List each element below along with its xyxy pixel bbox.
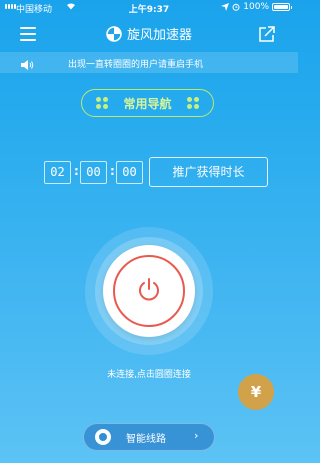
timer-minutes: 00 (80, 161, 107, 184)
power-icon (136, 277, 162, 303)
dots-icon (96, 97, 108, 109)
nav-label: 常用导航 (123, 96, 172, 111)
app-header: 旋风加速器 (0, 24, 298, 43)
app-title: 旋风加速器 (126, 28, 192, 43)
timer-hours: 02 (44, 161, 71, 184)
status-icons: 100% (221, 2, 292, 12)
timer-separator: : (74, 164, 79, 178)
dots-icon (186, 97, 199, 109)
location-icon (221, 3, 230, 11)
chevron-right-icon: › (194, 429, 199, 442)
timer-seconds: 00 (116, 161, 143, 184)
battery-icon (272, 3, 292, 11)
alarm-icon (232, 3, 240, 11)
battery-percent: 100% (243, 2, 269, 12)
speaker-icon (20, 56, 34, 75)
timer-separator: : (110, 164, 115, 178)
route-label: 智能线路 (126, 434, 166, 445)
status-bar: 中国移动 上午9:37 100% (0, 0, 298, 16)
route-icon (95, 429, 111, 445)
logo-icon (106, 25, 122, 42)
notice-text: 出现一直转圈圈的用户请重启手机 (68, 60, 204, 70)
recharge-button[interactable]: ¥ (238, 374, 274, 410)
nav-button[interactable]: 常用导航 (81, 89, 214, 117)
share-icon[interactable] (258, 25, 276, 43)
promote-button[interactable]: 推广获得时长 (149, 157, 268, 187)
